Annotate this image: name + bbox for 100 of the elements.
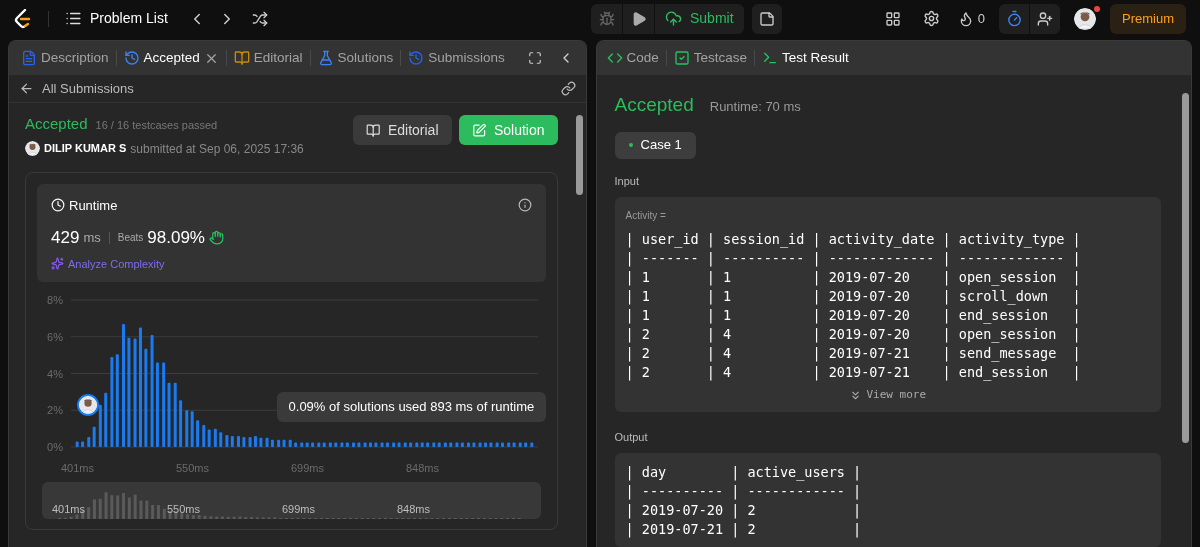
axis-label: 550ms bbox=[167, 501, 202, 517]
chart-bar bbox=[179, 400, 183, 447]
axis-label: 401ms bbox=[52, 501, 87, 517]
chart-bar bbox=[519, 442, 522, 447]
range-navigator[interactable]: 401ms 550ms 699ms 848ms bbox=[42, 482, 541, 519]
stopwatch-icon bbox=[1005, 10, 1023, 27]
chart-tooltip: 0.09% of solutions used 893 ms of runtime bbox=[276, 392, 547, 422]
fullscreen-icon[interactable] bbox=[527, 51, 542, 65]
table-text-line: | 2 | 4 | 2019-07-21 | send_message | bbox=[625, 344, 1081, 363]
scrollbar-thumb[interactable] bbox=[1181, 93, 1189, 443]
premium-button[interactable]: Premium bbox=[1110, 3, 1186, 34]
chart-bar bbox=[461, 442, 465, 447]
shuffle-icon[interactable] bbox=[251, 10, 268, 27]
chart-bar bbox=[409, 442, 413, 447]
panel-tab[interactable]: Editorial bbox=[233, 47, 303, 69]
chart-bar bbox=[265, 437, 269, 447]
chart-bar bbox=[75, 441, 79, 447]
chart-bar bbox=[271, 439, 275, 447]
code-icon bbox=[606, 50, 623, 66]
axis-label: 0% bbox=[47, 441, 64, 453]
book-icon bbox=[233, 50, 250, 66]
axis-label: 401ms bbox=[60, 461, 94, 476]
axis-label: 848ms bbox=[397, 501, 432, 517]
table-text-line: | user_id | session_id | activity_date | activity_type | bbox=[625, 230, 1081, 249]
settings-icon[interactable] bbox=[922, 10, 940, 27]
axis-label: 2% bbox=[47, 404, 64, 417]
chart-bar bbox=[363, 442, 367, 447]
submission-status: Accepted bbox=[25, 114, 88, 134]
back-icon[interactable] bbox=[19, 81, 34, 96]
problem-list-link[interactable]: Problem List bbox=[90, 8, 168, 29]
user-avatar bbox=[1074, 7, 1096, 30]
menu-icon[interactable] bbox=[65, 10, 82, 27]
runtime-card[interactable]: Runtime 429 ms Beats 98.09% Analyze Complexity bbox=[37, 183, 546, 282]
axis-label: 6% bbox=[47, 330, 64, 343]
bug-icon bbox=[598, 10, 615, 27]
panel-tab[interactable]: Code bbox=[606, 47, 659, 69]
panel-tab[interactable]: Description bbox=[21, 47, 109, 69]
table-text-line: | 1 | 1 | 2019-07-20 | scroll_down | bbox=[625, 287, 1081, 306]
axis-label: 699ms bbox=[282, 501, 317, 517]
flask-icon bbox=[317, 50, 334, 66]
scrollbar-thumb[interactable] bbox=[576, 115, 583, 195]
chart-bar bbox=[248, 436, 252, 447]
submit-button[interactable]: Submit bbox=[655, 3, 744, 34]
input-label: Input bbox=[614, 173, 640, 189]
invite-button[interactable] bbox=[1030, 3, 1060, 34]
beats-label: Beats bbox=[117, 231, 144, 246]
debug-button[interactable] bbox=[591, 3, 622, 34]
note-icon bbox=[758, 10, 775, 27]
notes-button[interactable] bbox=[751, 3, 782, 34]
variable-name: Activity = bbox=[625, 209, 667, 223]
runtime-title: Runtime bbox=[69, 196, 118, 215]
book-icon bbox=[365, 122, 380, 138]
panel-tab[interactable]: Solutions bbox=[317, 47, 394, 69]
runtime-value: 429 bbox=[51, 227, 80, 249]
upload-icon bbox=[665, 10, 682, 27]
logo-icon[interactable] bbox=[14, 8, 32, 29]
info-icon[interactable] bbox=[517, 198, 532, 213]
chart-bar bbox=[346, 442, 350, 447]
history-icon bbox=[408, 50, 425, 66]
all-submissions-link[interactable]: All Submissions bbox=[42, 78, 134, 99]
clock-icon bbox=[51, 198, 65, 213]
hand-icon bbox=[208, 230, 224, 246]
runtime-unit: ms bbox=[83, 229, 101, 247]
table-text-line: | day | active_users | bbox=[625, 463, 862, 482]
editorial-button[interactable]: Editorial bbox=[352, 115, 452, 145]
chart-bar bbox=[495, 442, 499, 447]
table-text-line: | ------- | ---------- | ------------- | ------------- | bbox=[625, 249, 1081, 268]
chart-bar bbox=[294, 442, 298, 447]
panel-tab[interactable]: Accepted bbox=[123, 47, 200, 69]
axis-label: 848ms bbox=[405, 461, 439, 476]
chart-bar bbox=[311, 442, 315, 447]
panel-tab[interactable]: Submissions bbox=[408, 47, 505, 69]
run-button[interactable] bbox=[623, 3, 654, 34]
table-text-line: | 1 | 1 | 2019-07-20 | end_session | bbox=[625, 306, 1081, 325]
chart-bar bbox=[386, 442, 390, 447]
axis-label: 699ms bbox=[290, 461, 324, 476]
case-tab[interactable]: Case 1 bbox=[614, 131, 696, 159]
edit-icon bbox=[471, 122, 486, 138]
user-name[interactable]: DILIP KUMAR S bbox=[44, 140, 127, 157]
result-status: Accepted bbox=[614, 93, 694, 117]
beats-value: 98.09% bbox=[147, 227, 205, 249]
document-icon bbox=[21, 50, 37, 66]
link-icon[interactable] bbox=[560, 81, 576, 96]
table-text-line: | 1 | 1 | 2019-07-20 | open_session | bbox=[625, 268, 1081, 287]
chart-bar bbox=[380, 442, 384, 447]
chart-bar bbox=[225, 435, 229, 447]
chart-bar bbox=[530, 442, 534, 447]
testcases-passed: 16 / 16 testcases passed bbox=[95, 118, 218, 133]
runtime-text: Runtime: 70 ms bbox=[709, 98, 801, 116]
add-user-icon bbox=[1037, 10, 1053, 27]
timer-button[interactable] bbox=[999, 3, 1029, 34]
grid-icon[interactable] bbox=[884, 10, 901, 27]
table-text-line: | 2 | 4 | 2019-07-20 | open_session | bbox=[625, 325, 1081, 344]
chart-bar bbox=[478, 442, 482, 447]
view-more-button[interactable]: View more bbox=[849, 387, 927, 404]
chart-bar bbox=[524, 442, 528, 447]
chart-bar bbox=[288, 439, 292, 447]
panel-tab[interactable]: Test Result bbox=[762, 47, 849, 69]
terminal-icon bbox=[762, 50, 779, 66]
panel-tab[interactable]: Testcase bbox=[673, 47, 748, 69]
